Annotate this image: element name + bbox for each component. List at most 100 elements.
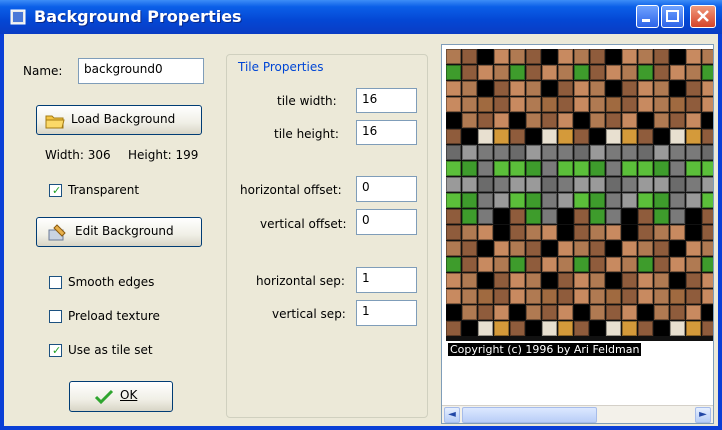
tile bbox=[494, 97, 509, 112]
horizontal-offset-input[interactable]: 0 bbox=[356, 176, 417, 202]
horizontal-sep-input[interactable]: 1 bbox=[356, 267, 417, 293]
tile bbox=[622, 145, 637, 160]
tile bbox=[494, 225, 509, 240]
ok-button[interactable]: OK bbox=[69, 381, 173, 412]
tile bbox=[574, 321, 589, 336]
tile bbox=[446, 145, 461, 160]
tile bbox=[638, 81, 653, 96]
tile bbox=[590, 257, 605, 272]
tile bbox=[622, 209, 637, 224]
tile bbox=[622, 129, 637, 144]
tile bbox=[670, 209, 685, 224]
tile bbox=[702, 193, 713, 208]
tile bbox=[510, 209, 525, 224]
tile bbox=[478, 129, 493, 144]
tile bbox=[526, 225, 541, 240]
tile bbox=[702, 97, 713, 112]
tile bbox=[542, 97, 557, 112]
tile bbox=[510, 97, 525, 112]
load-background-button[interactable]: Load Background bbox=[36, 105, 202, 135]
tile bbox=[462, 321, 477, 336]
tile bbox=[574, 177, 589, 192]
tile bbox=[638, 241, 653, 256]
tile bbox=[494, 273, 509, 288]
tile bbox=[670, 129, 685, 144]
tile bbox=[446, 225, 461, 240]
vertical-sep-input[interactable]: 1 bbox=[356, 300, 417, 326]
tile bbox=[590, 225, 605, 240]
tile bbox=[654, 241, 669, 256]
tile bbox=[574, 113, 589, 128]
arrow-right-icon: ► bbox=[699, 409, 707, 420]
tile bbox=[654, 65, 669, 80]
tile bbox=[670, 321, 685, 336]
tile bbox=[526, 321, 541, 336]
tile bbox=[542, 49, 557, 64]
tile bbox=[702, 113, 713, 128]
tile bbox=[478, 81, 493, 96]
window-icon bbox=[10, 9, 26, 25]
tile bbox=[606, 65, 621, 80]
tile bbox=[446, 257, 461, 272]
tile bbox=[510, 321, 525, 336]
tile bbox=[638, 225, 653, 240]
tile bbox=[558, 49, 573, 64]
tile bbox=[622, 113, 637, 128]
use-as-tileset-checkbox[interactable]: ✓ bbox=[49, 344, 62, 357]
tile bbox=[526, 241, 541, 256]
tile bbox=[510, 177, 525, 192]
tile bbox=[622, 289, 637, 304]
tile bbox=[702, 305, 713, 320]
tile bbox=[590, 289, 605, 304]
tile bbox=[478, 289, 493, 304]
tile bbox=[494, 193, 509, 208]
tile-width-input[interactable]: 16 bbox=[356, 88, 417, 113]
tile bbox=[510, 161, 525, 176]
tile bbox=[590, 113, 605, 128]
tile bbox=[446, 273, 461, 288]
minimize-button[interactable] bbox=[636, 5, 659, 28]
height-text: Height: 199 bbox=[128, 148, 199, 162]
tile bbox=[526, 145, 541, 160]
tile bbox=[654, 129, 669, 144]
tile bbox=[462, 113, 477, 128]
tile-height-input[interactable]: 16 bbox=[356, 120, 417, 145]
tile bbox=[558, 81, 573, 96]
tile bbox=[494, 257, 509, 272]
background-preview[interactable]: Copyright (c) 1996 by Ari Feldman ◄ ► bbox=[441, 44, 714, 424]
title-bar[interactable]: Background Properties bbox=[0, 0, 722, 34]
tile bbox=[702, 65, 713, 80]
tile bbox=[526, 161, 541, 176]
tile bbox=[574, 97, 589, 112]
close-button[interactable] bbox=[690, 5, 716, 28]
name-input[interactable]: background0 bbox=[78, 58, 204, 84]
transparent-checkbox[interactable]: ✓ bbox=[49, 184, 62, 197]
tile bbox=[702, 49, 713, 64]
tile bbox=[686, 129, 701, 144]
smooth-edges-checkbox[interactable] bbox=[49, 276, 62, 289]
tile bbox=[654, 113, 669, 128]
tile bbox=[526, 289, 541, 304]
tile bbox=[670, 193, 685, 208]
maximize-button[interactable] bbox=[661, 5, 684, 28]
edit-background-button[interactable]: Edit Background bbox=[36, 217, 202, 247]
tile bbox=[510, 129, 525, 144]
tile bbox=[654, 145, 669, 160]
scroll-right-button[interactable]: ► bbox=[695, 407, 711, 423]
tile bbox=[462, 161, 477, 176]
preload-texture-checkbox[interactable] bbox=[49, 310, 62, 323]
tile bbox=[686, 257, 701, 272]
tile bbox=[670, 225, 685, 240]
tile bbox=[654, 161, 669, 176]
tile bbox=[702, 225, 713, 240]
tile bbox=[542, 113, 557, 128]
tile bbox=[542, 161, 557, 176]
tile bbox=[558, 145, 573, 160]
tile bbox=[462, 145, 477, 160]
scroll-left-button[interactable]: ◄ bbox=[444, 407, 460, 423]
tile bbox=[478, 177, 493, 192]
horizontal-scrollbar[interactable]: ◄ ► bbox=[442, 405, 713, 423]
tile bbox=[686, 65, 701, 80]
scroll-thumb[interactable] bbox=[462, 407, 597, 423]
vertical-offset-input[interactable]: 0 bbox=[356, 209, 417, 235]
